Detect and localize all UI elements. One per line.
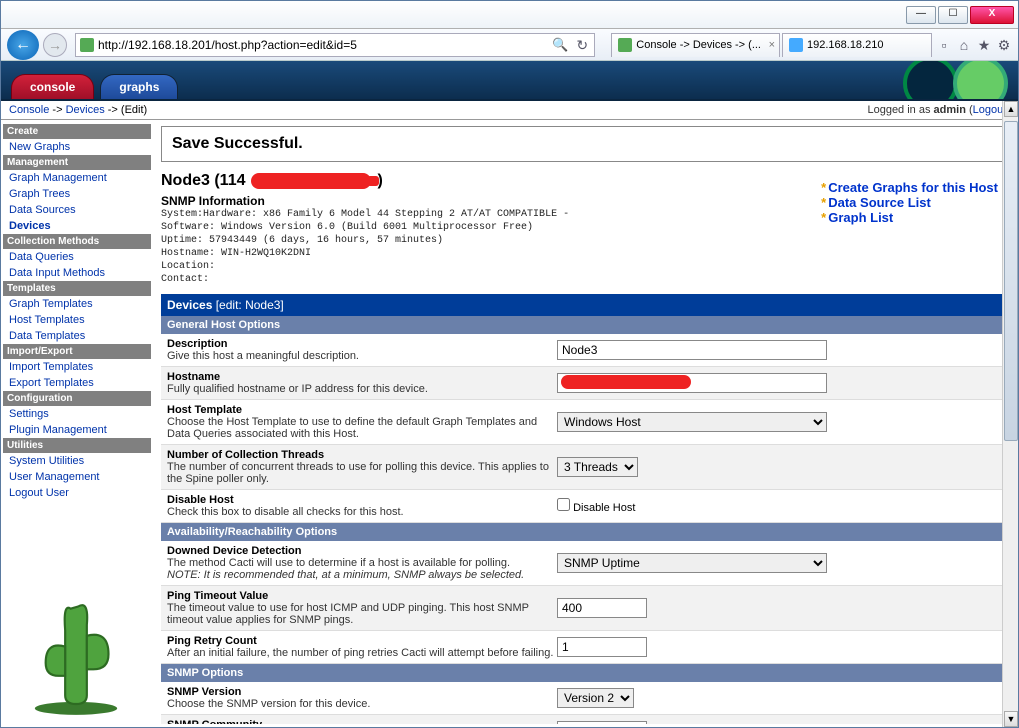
disable-host-checkbox[interactable] — [557, 498, 570, 511]
tools-icon[interactable]: ⚙ — [996, 37, 1012, 53]
row-hostname: HostnameFully qualified hostname or IP a… — [161, 367, 1008, 400]
sidebar-item-graph-management[interactable]: Graph Management — [3, 170, 151, 186]
snmp-version-select[interactable]: Version 2 — [557, 688, 634, 708]
star-icon: * — [821, 210, 826, 225]
threads-select[interactable]: 3 Threads — [557, 457, 638, 477]
quick-links: *Create Graphs for this Host *Data Sourc… — [821, 180, 998, 225]
link-graph-list[interactable]: *Graph List — [821, 210, 998, 225]
window-titlebar: — ☐ X — [1, 1, 1018, 29]
home-icon[interactable]: ⌂ — [956, 37, 972, 53]
row-snmp-version: SNMP VersionChoose the SNMP version for … — [161, 682, 1008, 715]
browser-tab-1[interactable]: Console -> Devices -> (... × — [611, 33, 780, 57]
row-ping-retry: Ping Retry CountAfter an initial failure… — [161, 631, 1008, 664]
breadcrumb-console[interactable]: Console — [9, 104, 49, 116]
row-downed-detection: Downed Device DetectionThe method Cacti … — [161, 541, 1008, 586]
row-ping-timeout: Ping Timeout ValueThe timeout value to u… — [161, 586, 1008, 631]
scroll-down-icon[interactable]: ▼ — [1004, 711, 1018, 727]
link-create-graphs[interactable]: *Create Graphs for this Host — [821, 180, 998, 195]
back-button[interactable]: ← — [7, 30, 39, 60]
login-user: admin — [934, 104, 966, 116]
favorites-icon[interactable]: ★ — [976, 37, 992, 53]
scroll-up-icon[interactable]: ▲ — [1004, 101, 1018, 117]
browser-tab-2[interactable]: 192.168.18.210 — [782, 33, 932, 57]
minimize-button[interactable]: — — [906, 6, 936, 24]
tab-close-icon[interactable]: × — [769, 39, 775, 51]
link-data-source-list[interactable]: *Data Source List — [821, 195, 998, 210]
star-icon: * — [821, 195, 826, 210]
star-icon: * — [821, 180, 826, 195]
header-graphic-icon — [953, 61, 1008, 101]
maximize-button[interactable]: ☐ — [938, 6, 968, 24]
section-devices-title: Devices [edit: Node3] — [161, 294, 1008, 316]
sidebar-item-user-management[interactable]: User Management — [3, 469, 151, 485]
breadcrumb-current: (Edit) — [121, 104, 147, 116]
sidebar: Create New Graphs Management Graph Manag… — [1, 120, 151, 724]
row-host-template: Host TemplateChoose the Host Template to… — [161, 400, 1008, 445]
sidebar-item-settings[interactable]: Settings — [3, 406, 151, 422]
sidebar-item-data-input[interactable]: Data Input Methods — [3, 265, 151, 281]
tab-console[interactable]: console — [11, 74, 94, 99]
sidebar-item-new-graphs[interactable]: New Graphs — [3, 139, 151, 155]
row-description: DescriptionGive this host a meaningful d… — [161, 334, 1008, 367]
search-icon[interactable]: 🔍 — [552, 37, 568, 53]
tab-favicon-icon — [789, 38, 803, 52]
sidebar-item-logout-user[interactable]: Logout User — [3, 485, 151, 501]
sidebar-hdr-configuration: Configuration — [3, 391, 151, 406]
hostname-input[interactable] — [557, 373, 827, 393]
subheader-availability: Availability/Reachability Options — [161, 523, 1008, 541]
sidebar-item-data-templates[interactable]: Data Templates — [3, 328, 151, 344]
sidebar-item-host-templates[interactable]: Host Templates — [3, 312, 151, 328]
row-snmp-community: SNMP CommunitySNMP read community for th… — [161, 715, 1008, 724]
save-success-banner: Save Successful. — [161, 126, 1008, 162]
sidebar-hdr-templates: Templates — [3, 281, 151, 296]
subheader-general: General Host Options — [161, 316, 1008, 334]
browser-nav-row: ← → 🔍 ↻ Console -> Devices -> (... × 192… — [1, 29, 1018, 61]
sidebar-item-export-templates[interactable]: Export Templates — [3, 375, 151, 391]
newtab-icon[interactable]: ▫ — [936, 37, 952, 53]
downed-detection-select[interactable]: SNMP Uptime — [557, 553, 827, 573]
url-input[interactable] — [98, 38, 546, 52]
sidebar-hdr-create: Create — [3, 124, 151, 139]
sidebar-hdr-management: Management — [3, 155, 151, 170]
header-graphic-icon — [903, 61, 958, 101]
refresh-icon[interactable]: ↻ — [574, 37, 590, 53]
scrollbar[interactable]: ▲ ▼ — [1002, 101, 1018, 727]
ping-retry-input[interactable] — [557, 637, 647, 657]
login-label: Logged in as — [867, 104, 930, 116]
row-threads: Number of Collection ThreadsThe number o… — [161, 445, 1008, 490]
sidebar-item-graph-trees[interactable]: Graph Trees — [3, 186, 151, 202]
sidebar-hdr-impexp: Import/Export — [3, 344, 151, 359]
favicon-icon — [80, 38, 94, 52]
sidebar-item-data-sources[interactable]: Data Sources — [3, 202, 151, 218]
tab-favicon-icon — [618, 38, 632, 52]
subheader-snmp: SNMP Options — [161, 664, 1008, 682]
sidebar-hdr-collection: Collection Methods — [3, 234, 151, 249]
sidebar-item-plugin-management[interactable]: Plugin Management — [3, 422, 151, 438]
forward-button[interactable]: → — [43, 33, 67, 57]
tab-graphs[interactable]: graphs — [100, 74, 178, 99]
app-header: console graphs — [1, 61, 1018, 101]
sidebar-item-graph-templates[interactable]: Graph Templates — [3, 296, 151, 312]
tab-label: Console -> Devices -> (... — [636, 39, 761, 51]
sidebar-item-devices[interactable]: Devices — [3, 218, 151, 234]
ping-timeout-input[interactable] — [557, 598, 647, 618]
tab-label: 192.168.18.210 — [807, 39, 883, 51]
sidebar-item-import-templates[interactable]: Import Templates — [3, 359, 151, 375]
sidebar-hdr-utilities: Utilities — [3, 438, 151, 453]
sidebar-item-data-queries[interactable]: Data Queries — [3, 249, 151, 265]
snmp-community-input[interactable] — [557, 721, 647, 724]
sidebar-item-system-utilities[interactable]: System Utilities — [3, 453, 151, 469]
breadcrumb: Console -> Devices -> (Edit) Logged in a… — [1, 101, 1018, 120]
host-template-select[interactable]: Windows Host — [557, 412, 827, 432]
scroll-thumb[interactable] — [1004, 121, 1018, 441]
close-button[interactable]: X — [970, 6, 1014, 24]
address-bar[interactable]: 🔍 ↻ — [75, 33, 595, 57]
description-input[interactable] — [557, 340, 827, 360]
main-content: Save Successful. Node3 (114 ) SNMP Infor… — [151, 120, 1018, 724]
row-disable-host: Disable HostCheck this box to disable al… — [161, 490, 1008, 523]
redacted-ip — [251, 173, 371, 189]
save-success-text: Save Successful. — [172, 135, 997, 153]
breadcrumb-devices[interactable]: Devices — [66, 104, 105, 116]
